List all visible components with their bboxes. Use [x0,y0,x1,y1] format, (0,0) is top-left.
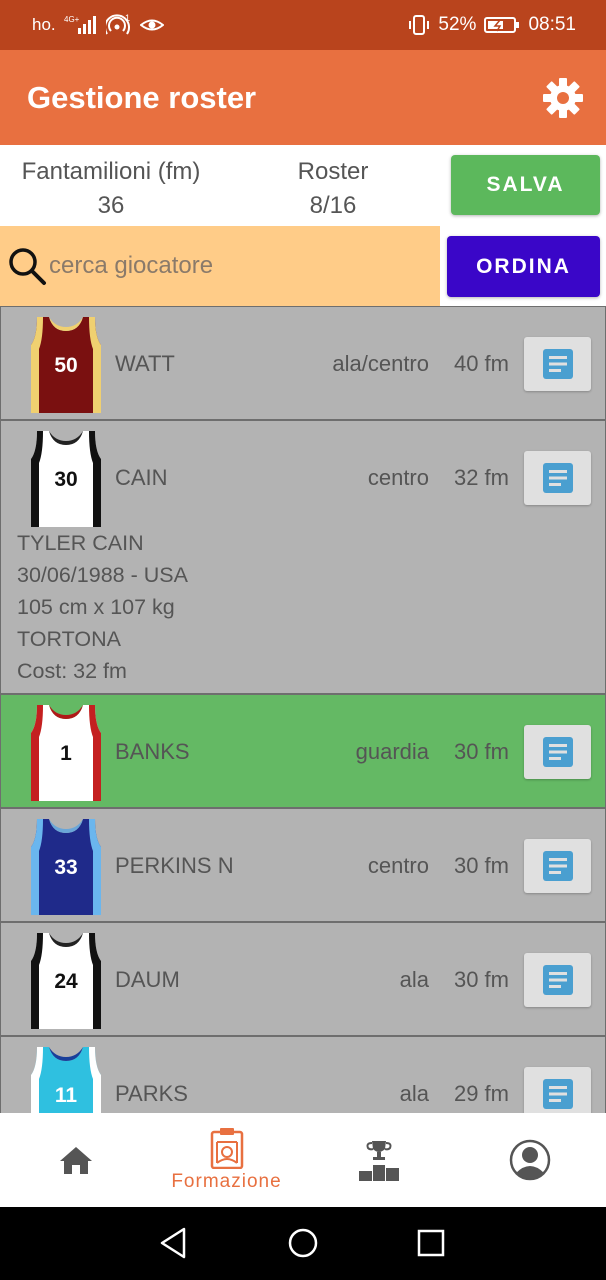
player-row[interactable]: 33 PERKINS N centro 30 fm [0,808,606,922]
recents-icon[interactable] [413,1225,449,1261]
network-type-label: 4G+ [64,15,80,24]
player-details-button[interactable] [524,1067,591,1113]
player-cost: 30 fm [453,739,509,764]
app-bar: Gestione roster [0,50,606,145]
notes-icon [542,349,573,379]
podium-icon [358,1141,399,1181]
player-cost: 30 fm [453,853,509,878]
fantamilioni-stat: Fantamilioni (fm) 36 [15,155,207,223]
player-details: TYLER CAIN 30/06/1988 - USA 105 cm x 107 k… [17,527,188,687]
player-name: BANKS [115,739,190,764]
carrier-label: ho. [32,15,56,34]
jersey-icon: 11 [31,1047,101,1113]
nav-formazione-label: Formazione [171,1171,282,1192]
status-bar: ho. 4G+ 1 52% 08:51 [0,0,606,50]
search-input[interactable] [47,252,429,280]
player-row[interactable]: 24 DAUM ala 30 fm [0,922,606,1036]
signal-icon: 4G+ [64,15,96,34]
back-icon[interactable] [156,1225,192,1261]
jersey-number: 33 [54,856,77,879]
player-position: ala [399,967,429,992]
system-navigation-bar [0,1207,606,1280]
home-circle-icon[interactable] [285,1225,321,1261]
roster-stat: Roster 8/16 [273,155,393,223]
vibrate-icon [409,15,430,35]
nav-home[interactable] [0,1113,151,1207]
search-icon [9,248,46,285]
jersey-icon: 33 [31,819,101,915]
player-cost: 29 fm [453,1081,509,1106]
nav-formazione[interactable]: Formazione [151,1113,302,1207]
bottom-navigation: Formazione [0,1113,606,1207]
jersey-icon: 50 [31,317,101,413]
roster-summary: Fantamilioni (fm) 36 Roster 8/16 SALVA [0,145,606,226]
player-cost: 40 fm [453,351,509,376]
clipboard-court-icon [210,1128,243,1169]
player-name: WATT [115,351,175,376]
hotspot-icon: 1 [105,14,130,35]
detail-full-name: TYLER CAIN [17,531,144,555]
player-row[interactable]: 1 BANKS guardia 30 fm [0,694,606,808]
player-details-button[interactable] [524,953,591,1007]
player-cost: 30 fm [453,967,509,992]
jersey-number: 1 [60,742,72,765]
sort-button[interactable]: ORDINA [447,236,600,297]
home-icon [59,1147,92,1174]
eye-icon [139,19,164,31]
player-row[interactable]: 30 CAIN centro 32 fm TYLER CAIN 30/06/1988 - … [0,420,606,694]
player-cost: 32 fm [453,465,509,490]
battery-charging-icon [484,17,520,33]
player-list: 50 WATT ala/centro 40 fm 30 CAIN centro 32 fm TY… [0,306,606,1113]
battery-percent: 52% [438,14,477,35]
nav-ranking[interactable] [303,1113,454,1207]
jersey-number: 30 [54,468,77,491]
fantamilioni-label: Fantamilioni (fm) [21,158,201,185]
player-position: ala/centro [332,351,429,376]
profile-icon [509,1139,550,1181]
detail-team: TORTONA [17,627,121,651]
player-details-button[interactable] [524,839,591,893]
notes-icon [542,737,573,767]
nav-profile[interactable] [454,1113,605,1207]
detail-size: 105 cm x 107 kg [17,595,175,619]
search-box[interactable] [0,226,440,306]
jersey-icon: 1 [31,705,101,801]
player-name: CAIN [115,465,168,490]
player-details-button[interactable] [524,725,591,779]
notes-icon [542,851,573,881]
jersey-number: 50 [54,354,77,377]
search-row: ORDINA [0,226,606,306]
page-title: Gestione roster [27,79,257,115]
jersey-icon: 24 [31,933,101,1029]
player-name: PARKS [115,1081,188,1106]
jersey-number: 11 [55,1084,78,1107]
fantamilioni-value: 36 [97,192,125,219]
player-row[interactable]: 11 PARKS ala 29 fm [0,1036,606,1113]
clock: 08:51 [528,14,576,35]
player-row[interactable]: 50 WATT ala/centro 40 fm [0,306,606,420]
jersey-number: 24 [54,970,78,993]
detail-birth: 30/06/1988 - USA [17,563,188,587]
notes-icon [542,463,573,493]
player-position: centro [367,853,429,878]
settings-button[interactable] [540,75,586,121]
player-details-button[interactable] [524,337,591,391]
player-name: DAUM [115,967,180,992]
player-position: centro [367,465,429,490]
gear-icon [543,77,583,118]
notes-icon [542,965,573,995]
player-details-button[interactable] [524,451,591,505]
svg-text:1: 1 [125,14,130,23]
roster-label: Roster [297,158,369,185]
notes-icon [542,1079,573,1109]
jersey-icon: 30 [31,431,101,527]
roster-value: 8/16 [309,192,357,219]
player-name: PERKINS N [115,853,234,878]
save-button[interactable]: SALVA [451,155,600,215]
detail-cost-line: Cost: 32 fm [17,659,127,683]
player-position: guardia [355,739,429,764]
player-position: ala [399,1081,429,1106]
